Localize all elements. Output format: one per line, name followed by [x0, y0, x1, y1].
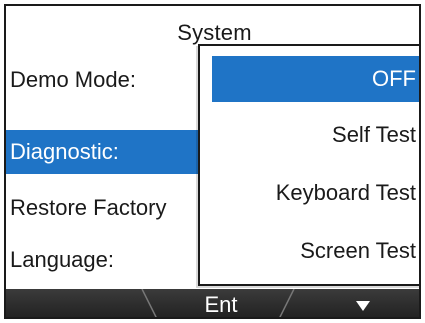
down-triangle-icon	[355, 301, 370, 312]
softkey-down[interactable]	[302, 289, 419, 317]
menu-item-restore-factory[interactable]: Restore Factory	[6, 186, 206, 230]
menu-item-demo-mode[interactable]: Demo Mode:	[6, 58, 206, 102]
option-off[interactable]: OFF	[212, 56, 419, 102]
option-self-test[interactable]: Self Test	[332, 112, 416, 158]
diagnostic-options-popup: OFF Self Test Keyboard Test Screen Test	[198, 44, 419, 286]
device-screen: System Demo Mode: Diagnostic: Restore Fa…	[0, 0, 425, 323]
option-screen-test[interactable]: Screen Test	[300, 228, 416, 274]
screen-title: System	[177, 20, 252, 45]
softkey-bar: Ent	[6, 289, 419, 317]
option-keyboard-test[interactable]: Keyboard Test	[276, 170, 416, 216]
softkey-divider-right	[279, 289, 295, 317]
menu-item-diagnostic[interactable]: Diagnostic:	[6, 130, 206, 174]
softkey-left[interactable]	[6, 289, 146, 317]
menu-item-language[interactable]: Language:	[6, 238, 206, 282]
softkey-enter[interactable]: Ent	[156, 289, 286, 317]
screen-frame: System Demo Mode: Diagnostic: Restore Fa…	[4, 4, 421, 319]
